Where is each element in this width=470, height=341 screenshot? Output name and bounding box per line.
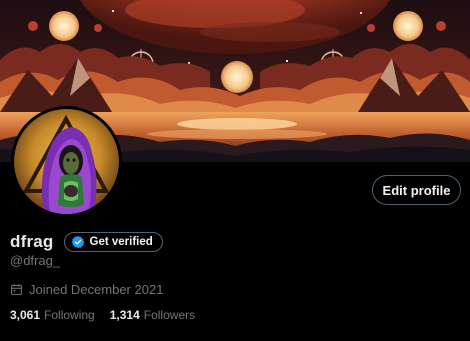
joined-date: Joined December 2021 <box>10 282 163 297</box>
following-count: 3,061 <box>10 308 41 322</box>
get-verified-button[interactable]: Get verified <box>63 232 163 252</box>
followers-count: 1,314 <box>109 308 140 322</box>
followers-label: Followers <box>143 308 196 322</box>
following-link[interactable]: 3,061 Following <box>10 308 95 322</box>
display-name: dfrag <box>10 232 54 251</box>
name-row: dfrag Get verified <box>10 231 163 253</box>
joined-label: Joined December 2021 <box>29 282 164 297</box>
follow-stats: 3,061 Following 1,314 Followers <box>10 308 195 322</box>
edit-profile-button[interactable]: Edit profile <box>372 175 461 205</box>
get-verified-label: Get verified <box>89 236 153 248</box>
avatar-image <box>14 109 119 214</box>
avatar[interactable] <box>14 109 119 214</box>
verified-badge-icon <box>71 235 84 249</box>
avatar-container[interactable] <box>11 106 122 217</box>
handle: @dfrag_ <box>10 253 61 268</box>
followers-link[interactable]: 1,314 Followers <box>110 308 195 322</box>
calendar-icon <box>11 284 22 295</box>
following-label: Following <box>44 308 95 322</box>
